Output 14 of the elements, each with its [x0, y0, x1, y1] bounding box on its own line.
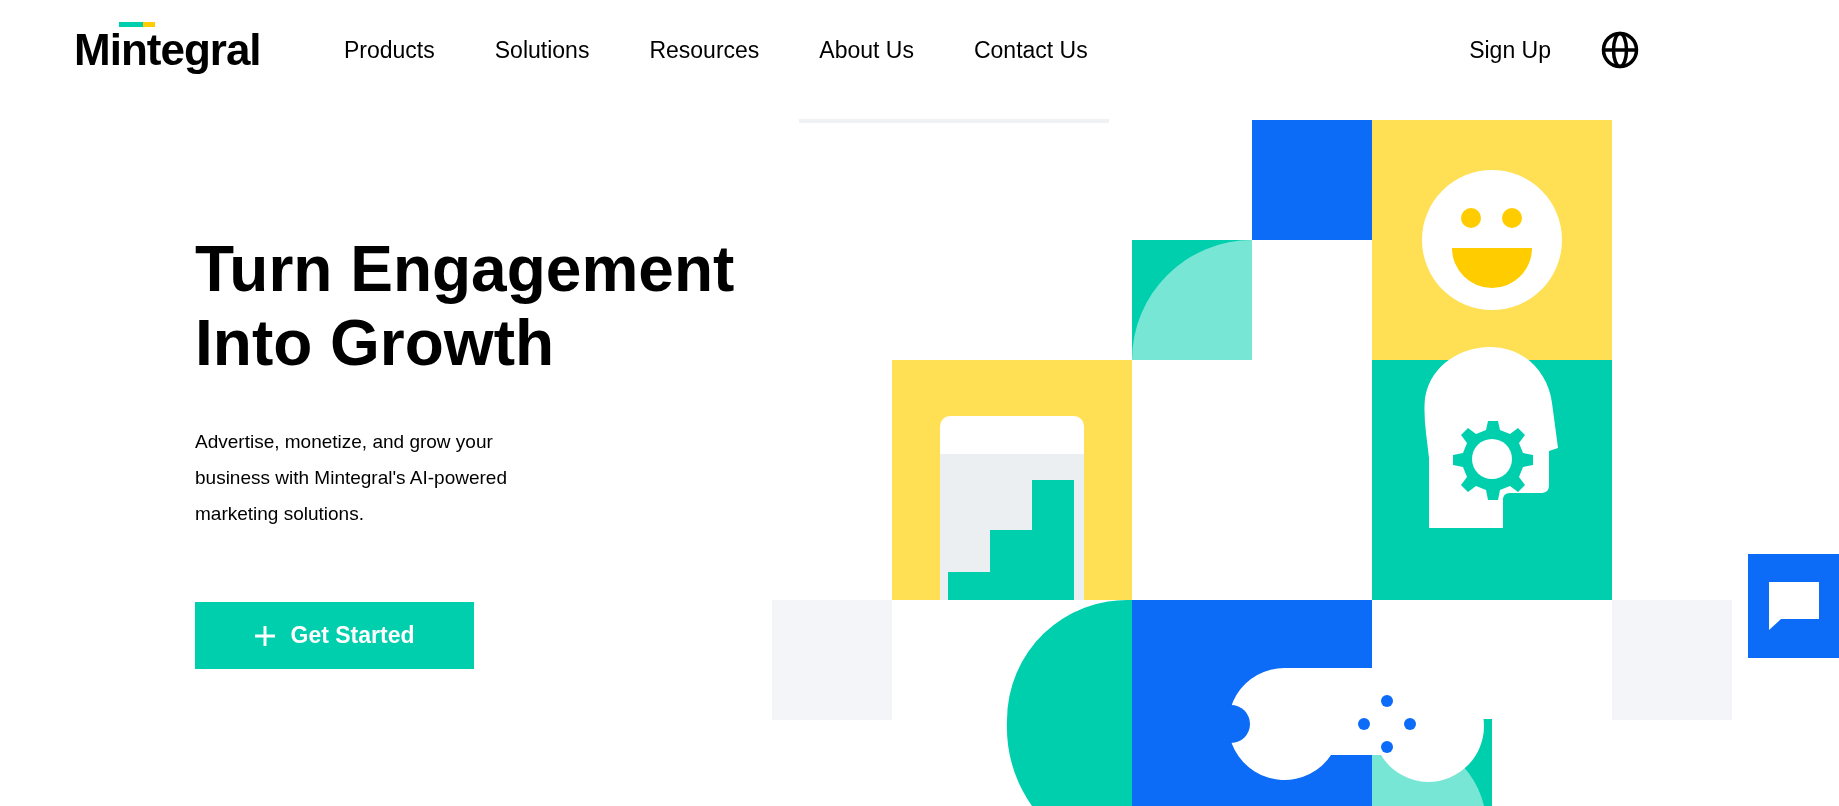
chat-button[interactable] — [1748, 554, 1839, 658]
logo-accent-icon — [119, 22, 155, 27]
nav-link[interactable]: Solutions — [494, 32, 590, 68]
nav-link[interactable]: About Us — [819, 32, 914, 68]
logo[interactable]: Mintegral — [74, 28, 261, 72]
globe-icon[interactable] — [1601, 31, 1639, 69]
nav-link[interactable]: Resources — [649, 32, 760, 68]
nav-link[interactable]: Contact Us — [973, 32, 1088, 68]
chat-icon — [1767, 581, 1820, 631]
nav-link[interactable]: Products — [344, 32, 435, 68]
sign-up-link[interactable]: Sign Up — [1469, 32, 1551, 68]
plus-icon — [254, 625, 275, 646]
hero-subtitle: Advertise, monetize, and grow your business with Mintegral's AI-powered marketing solutions. — [195, 430, 508, 526]
hero-heading: Turn Engagement Into Growth — [195, 232, 736, 380]
